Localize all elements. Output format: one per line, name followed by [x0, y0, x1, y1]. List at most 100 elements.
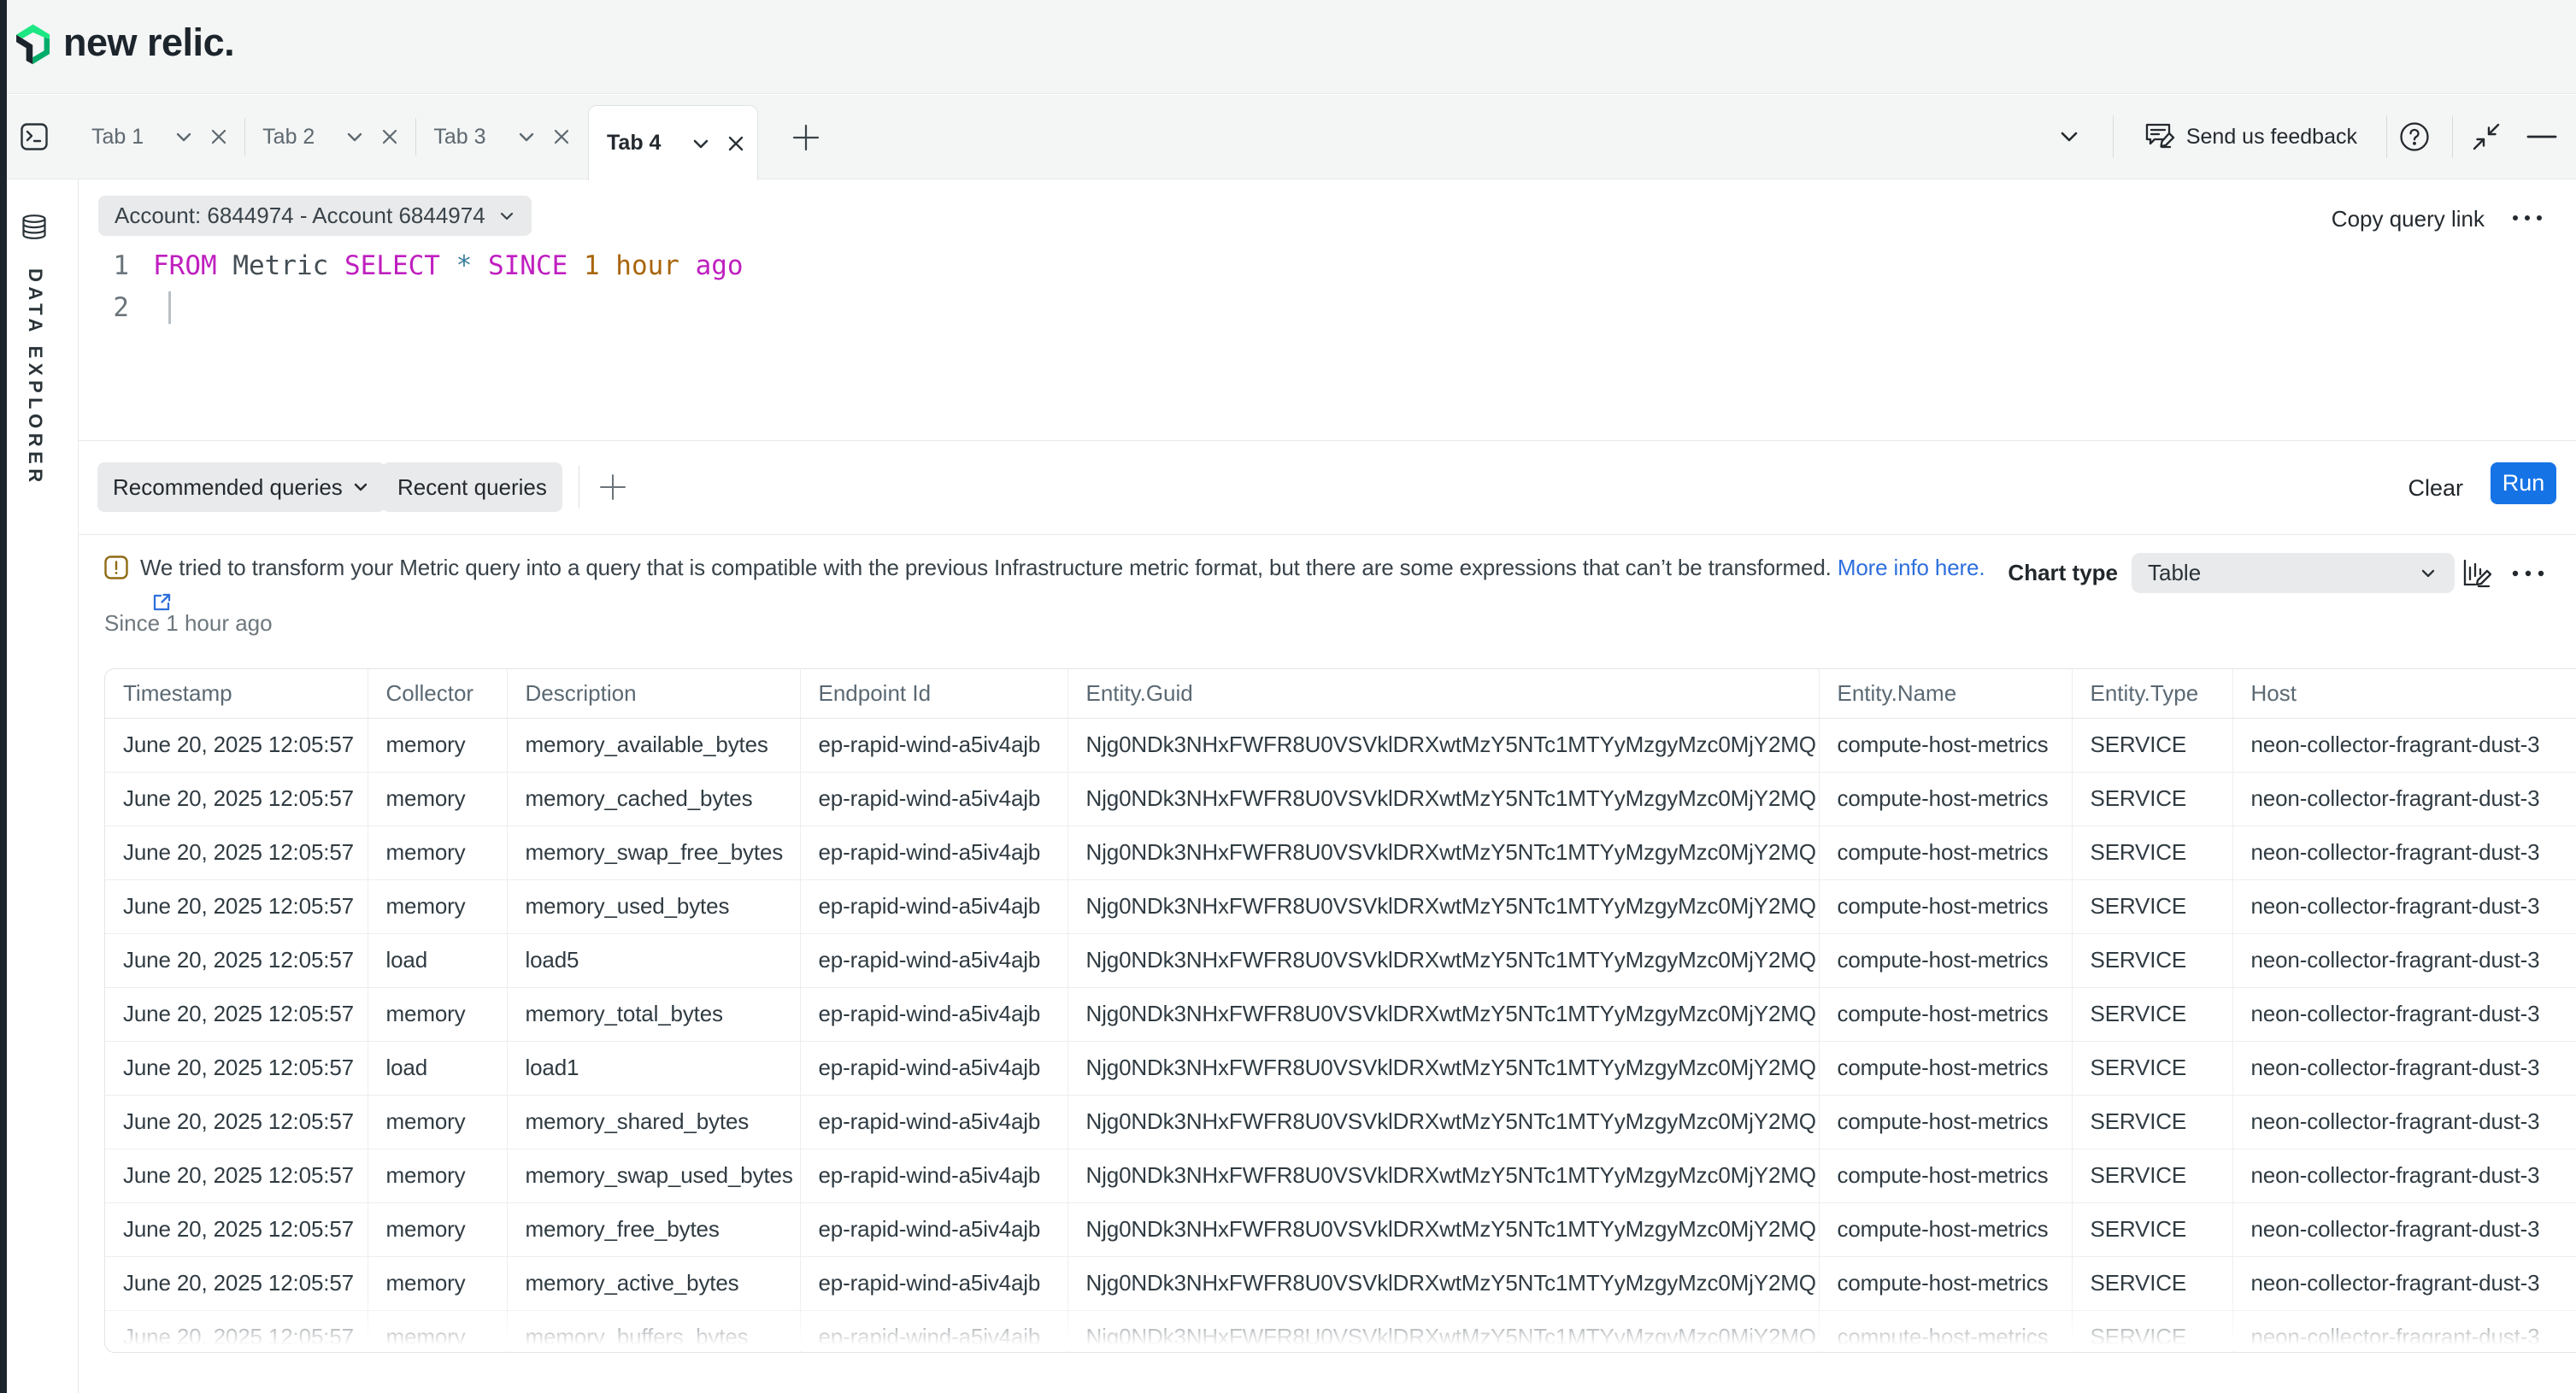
- table-cell: memory: [368, 718, 507, 772]
- tab-close-icon[interactable]: [551, 126, 572, 147]
- table-row[interactable]: June 20, 2025 12:05:57memorymemory_free_…: [105, 1202, 2576, 1256]
- recommended-queries-button[interactable]: Recommended queries: [97, 462, 385, 512]
- column-header[interactable]: Host: [2232, 669, 2576, 718]
- table-cell: June 20, 2025 12:05:57: [105, 933, 368, 987]
- table-row[interactable]: June 20, 2025 12:05:57memorymemory_cache…: [105, 772, 2576, 826]
- query-console-icon[interactable]: [21, 123, 48, 150]
- query-actions-row: Recommended queries Recent queries Clear…: [79, 441, 2576, 534]
- column-header[interactable]: Description: [507, 669, 800, 718]
- tab-chevron-down-icon[interactable]: [690, 132, 712, 155]
- table-cell: memory: [368, 1256, 507, 1310]
- table-cell: neon-collector-fragrant-dust-3: [2232, 1041, 2576, 1095]
- edit-chart-icon[interactable]: [2458, 555, 2494, 591]
- data-explorer-label[interactable]: DATA EXPLORER: [24, 268, 46, 487]
- table-cell: June 20, 2025 12:05:57: [105, 718, 368, 772]
- more-info-link[interactable]: More info here.: [1838, 555, 1985, 580]
- tab-active[interactable]: Tab 4: [588, 105, 758, 180]
- table-row[interactable]: June 20, 2025 12:05:57memorymemory_activ…: [105, 1256, 2576, 1310]
- editor-line[interactable]: 1FROM Metric SELECT * SINCE 1 hour ago: [79, 245, 2576, 287]
- copy-query-link-button[interactable]: Copy query link: [2332, 206, 2485, 232]
- table-row[interactable]: June 20, 2025 12:05:57memorymemory_used_…: [105, 879, 2576, 933]
- tab-chevron-down-icon[interactable]: [344, 126, 366, 148]
- column-header[interactable]: Endpoint Id: [800, 669, 1067, 718]
- clear-button[interactable]: Clear: [2408, 475, 2463, 502]
- query-options-ellipsis-icon[interactable]: [2511, 214, 2544, 222]
- table-cell: ep-rapid-wind-a5iv4ajb: [800, 933, 1067, 987]
- column-header[interactable]: Entity.Guid: [1067, 669, 1819, 718]
- table-row[interactable]: June 20, 2025 12:05:57memorymemory_buffe…: [105, 1310, 2576, 1353]
- database-icon[interactable]: [21, 215, 47, 239]
- table-cell: memory_available_bytes: [507, 718, 800, 772]
- table-cell: memory_total_bytes: [507, 987, 800, 1041]
- table-cell: SERVICE: [2072, 1041, 2232, 1095]
- tab-chevron-down-icon[interactable]: [173, 126, 195, 148]
- tab-label: Tab 3: [433, 125, 485, 150]
- column-header[interactable]: Timestamp: [105, 669, 368, 718]
- chart-type-select[interactable]: Table: [2132, 553, 2455, 593]
- tab-close-icon[interactable]: [726, 133, 746, 154]
- tab-overflow-chevron-icon[interactable]: [2056, 124, 2082, 150]
- table-row[interactable]: June 20, 2025 12:05:57memorymemory_avail…: [105, 718, 2576, 772]
- account-select[interactable]: Account: 6844974 - Account 6844974: [98, 196, 532, 236]
- table-cell: June 20, 2025 12:05:57: [105, 1041, 368, 1095]
- column-header[interactable]: Entity.Name: [1819, 669, 2072, 718]
- divider: [415, 118, 416, 156]
- tab-item[interactable]: Tab 1: [91, 95, 229, 179]
- tab-close-icon[interactable]: [379, 126, 400, 147]
- tab-close-icon[interactable]: [209, 126, 229, 147]
- table-cell: June 20, 2025 12:05:57: [105, 1202, 368, 1256]
- tab-label: Tab 1: [91, 125, 144, 150]
- recommended-queries-label: Recommended queries: [113, 474, 343, 501]
- tab-chevron-down-icon[interactable]: [515, 126, 538, 148]
- table-cell: Njg0NDk3NHxFWFR8U0VSVklDRXwtMzY5NTc1MTYy…: [1067, 1149, 1819, 1202]
- add-tab-button[interactable]: [792, 124, 820, 151]
- external-link-icon[interactable]: [151, 591, 2029, 613]
- results-table: TimestampCollectorDescriptionEndpoint Id…: [105, 669, 2576, 1353]
- warning-text: We tried to transform your Metric query …: [140, 550, 2029, 613]
- tab-item[interactable]: Tab 3: [433, 95, 571, 179]
- table-row[interactable]: June 20, 2025 12:05:57loadload5ep-rapid-…: [105, 933, 2576, 987]
- table-cell: ep-rapid-wind-a5iv4ajb: [800, 1256, 1067, 1310]
- run-button[interactable]: Run: [2491, 462, 2556, 504]
- add-query-button[interactable]: [599, 473, 626, 501]
- table-cell: June 20, 2025 12:05:57: [105, 879, 368, 933]
- table-cell: SERVICE: [2072, 1149, 2232, 1202]
- divider: [244, 118, 245, 156]
- collapse-icon[interactable]: [2470, 120, 2502, 153]
- table-cell: load: [368, 933, 507, 987]
- column-header[interactable]: Collector: [368, 669, 507, 718]
- editor-caret: [168, 291, 171, 324]
- divider: [2113, 115, 2114, 158]
- table-row[interactable]: June 20, 2025 12:05:57memorymemory_total…: [105, 987, 2576, 1041]
- table-row[interactable]: June 20, 2025 12:05:57loadload1ep-rapid-…: [105, 1041, 2576, 1095]
- column-header[interactable]: Entity.Type: [2072, 669, 2232, 718]
- table-cell: Njg0NDk3NHxFWFR8U0VSVklDRXwtMzY5NTc1MTYy…: [1067, 1310, 1819, 1353]
- results-options-ellipsis-icon[interactable]: [2511, 569, 2545, 578]
- table-cell: Njg0NDk3NHxFWFR8U0VSVklDRXwtMzY5NTc1MTYy…: [1067, 933, 1819, 987]
- table-cell: memory_shared_bytes: [507, 1095, 800, 1149]
- help-icon[interactable]: [2399, 121, 2430, 152]
- table-cell: neon-collector-fragrant-dust-3: [2232, 933, 2576, 987]
- tab-bar: Tab 1 Tab 2 Tab 3 Tab 4 Send us feedback: [7, 95, 2576, 179]
- table-cell: ep-rapid-wind-a5iv4ajb: [800, 1310, 1067, 1353]
- tab-item[interactable]: Tab 2: [262, 95, 400, 179]
- new-relic-wordmark: new relic.: [63, 21, 234, 65]
- table-row[interactable]: June 20, 2025 12:05:57memorymemory_swap_…: [105, 1149, 2576, 1202]
- table-cell: memory_used_bytes: [507, 879, 800, 933]
- table-cell: neon-collector-fragrant-dust-3: [2232, 1256, 2576, 1310]
- table-row[interactable]: June 20, 2025 12:05:57memorymemory_share…: [105, 1095, 2576, 1149]
- table-row[interactable]: June 20, 2025 12:05:57memorymemory_swap_…: [105, 826, 2576, 879]
- table-cell: SERVICE: [2072, 879, 2232, 933]
- divider: [2452, 115, 2453, 158]
- nrql-editor[interactable]: 1FROM Metric SELECT * SINCE 1 hour ago2: [79, 245, 2576, 329]
- table-cell: neon-collector-fragrant-dust-3: [2232, 826, 2576, 879]
- minimize-icon[interactable]: [2526, 121, 2557, 152]
- send-feedback-button[interactable]: Send us feedback: [2144, 121, 2357, 152]
- table-cell: compute-host-metrics: [1819, 1310, 2072, 1353]
- table-cell: SERVICE: [2072, 772, 2232, 826]
- tab-label: Tab 2: [262, 125, 315, 150]
- recent-queries-button[interactable]: Recent queries: [382, 462, 562, 512]
- run-button-label: Run: [2502, 470, 2545, 497]
- editor-line[interactable]: 2: [79, 287, 2576, 329]
- table-cell: neon-collector-fragrant-dust-3: [2232, 1095, 2576, 1149]
